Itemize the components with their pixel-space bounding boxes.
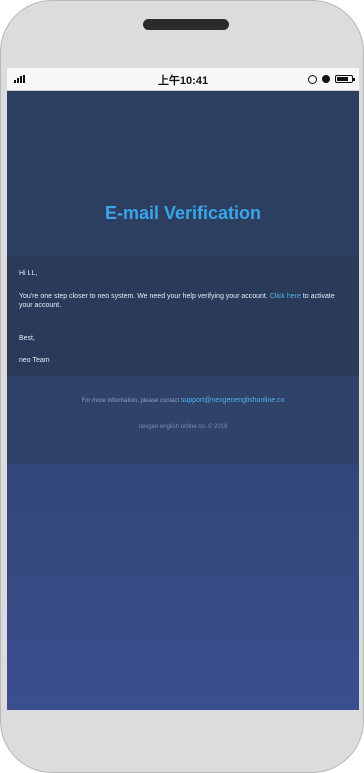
phone-frame: 上午10:41 E-mail Verification Hi LL, You'r… [0, 0, 364, 773]
phone-screen: 上午10:41 E-mail Verification Hi LL, You'r… [7, 68, 359, 710]
email-message-text: You're one step closer to neo system. We… [19, 293, 268, 300]
footer-contact-text: For more information, please contact [81, 398, 180, 404]
status-bar: 上午10:41 [7, 68, 359, 91]
email-message: You're one step closer to neo system. We… [19, 292, 349, 310]
email-signoff: Best, [19, 335, 35, 342]
email-signature: neo Team [19, 357, 50, 364]
email-body: Hi LL, You're one step closer to neo sys… [7, 256, 359, 376]
battery-icon [335, 75, 355, 83]
email-greeting: Hi LL, [19, 270, 38, 277]
email-content[interactable]: E-mail Verification Hi LL, You're one st… [7, 91, 359, 710]
status-icons [308, 73, 355, 85]
email-title: E-mail Verification [104, 203, 262, 223]
footer-copyright: nexgen english online co. © 2018 [138, 424, 228, 430]
phone-speaker [143, 19, 229, 30]
email-footer: For more information, please contact sup… [7, 376, 359, 464]
footer-contact: For more information, please contact sup… [7, 397, 359, 404]
alarm-icon [322, 75, 330, 83]
email-header: E-mail Verification [7, 91, 359, 256]
support-email-link[interactable]: support@nexgenenglishonline.co [181, 397, 285, 404]
status-time: 上午10:41 [157, 75, 209, 87]
activation-link[interactable]: Click here [270, 293, 301, 300]
rotation-lock-icon [308, 74, 317, 84]
